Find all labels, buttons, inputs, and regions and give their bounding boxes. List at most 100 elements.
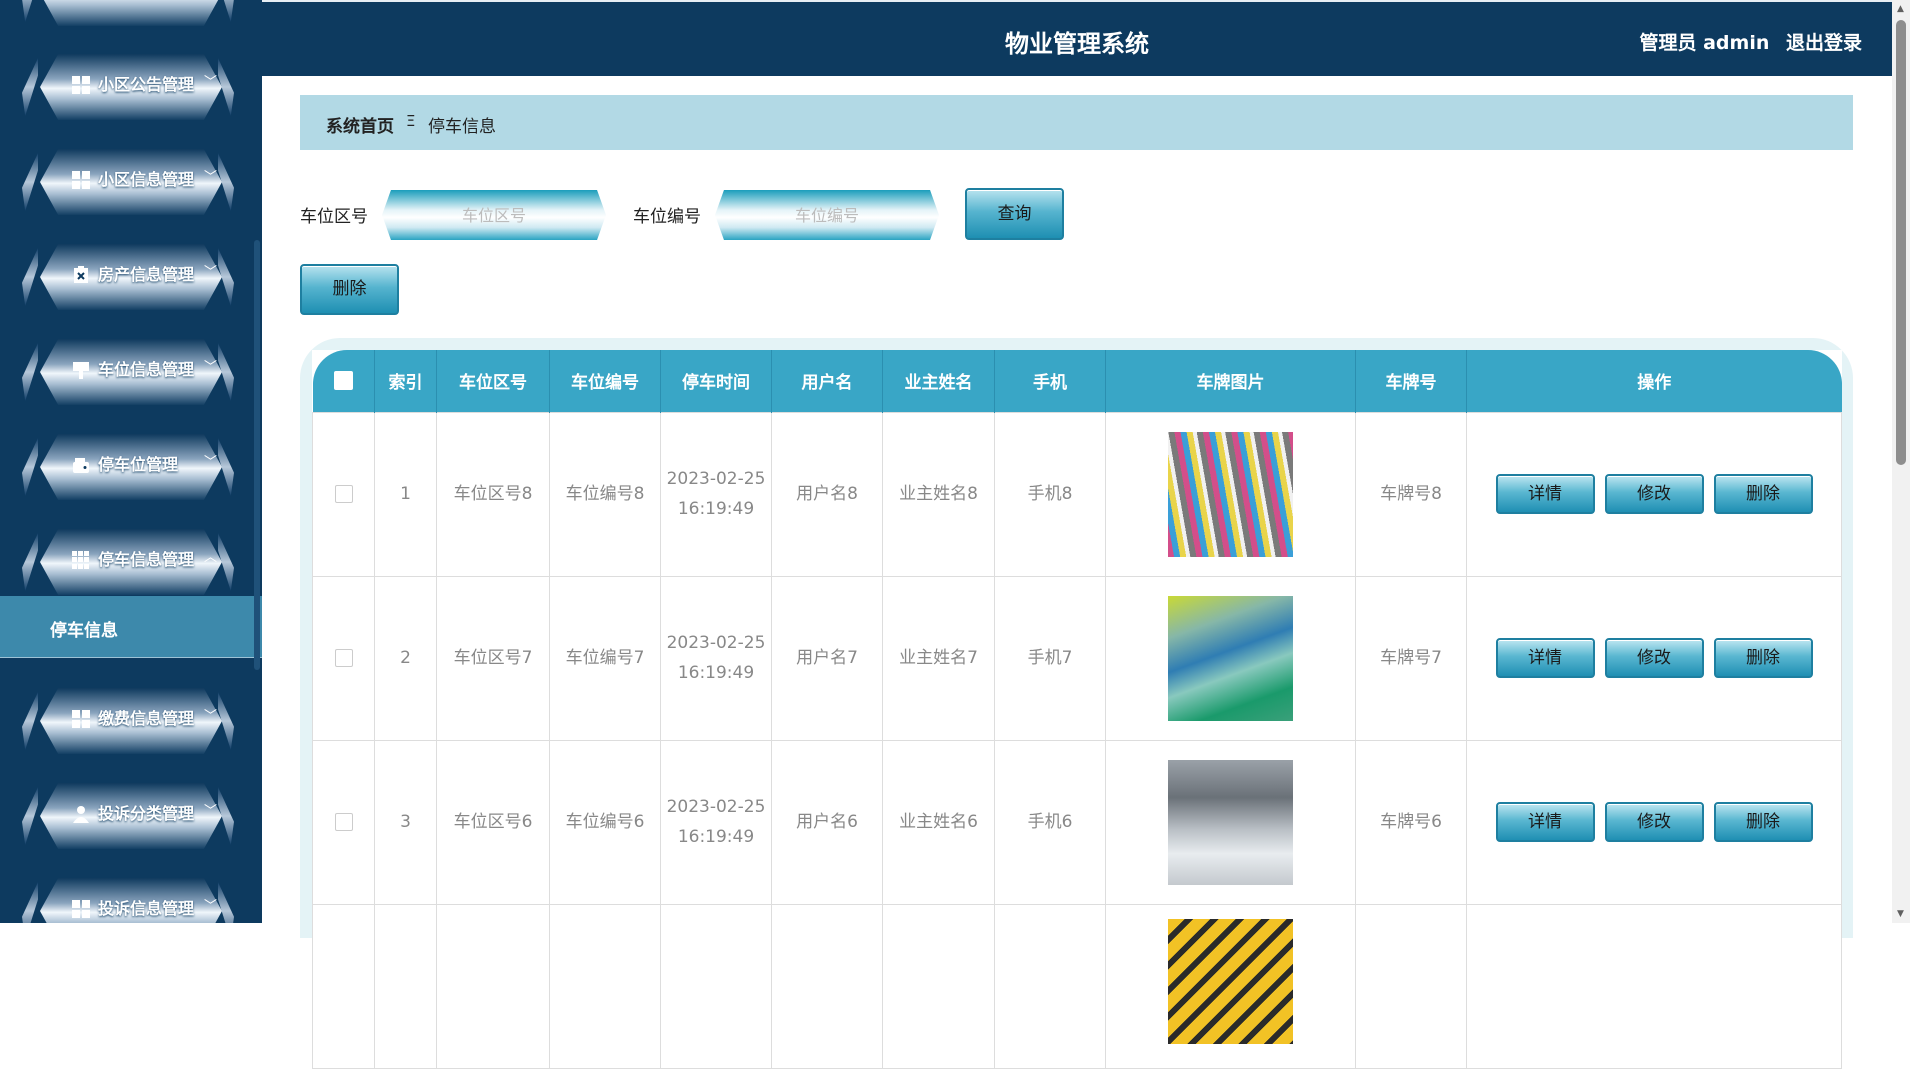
cell-number: 车位编号6 [549, 739, 661, 905]
page-scrollbar[interactable]: ▲ ▼ [1892, 0, 1910, 923]
number-label: 车位编号 [633, 207, 701, 227]
sidebar-item-complaint-type[interactable]: 投诉分类管理 ﹀ [22, 781, 234, 851]
sidebar: 小区公告管理 ﹀ 小区信息管理 ﹀ 房产信息管理 ﹀ 车位信息管理 ﹀ 停车位管… [0, 0, 262, 923]
chevron-up-icon: ︿ [204, 550, 218, 565]
area-search-input[interactable] [382, 190, 606, 240]
sidebar-subitem-parking-info[interactable]: 停车信息 [0, 596, 262, 658]
grid-icon [72, 900, 90, 918]
number-search-input[interactable] [715, 190, 939, 240]
search-form: 车位区号 车位编号 查询 [300, 188, 1100, 240]
breadcrumb-home[interactable]: 系统首页 [326, 112, 394, 137]
user-icon [72, 805, 90, 823]
plate-image[interactable] [1168, 431, 1293, 557]
chevron-down-icon: ﹀ [204, 899, 218, 914]
column-header: 停车时间 [660, 350, 772, 412]
cell-plate: 车牌号6 [1355, 739, 1467, 905]
sidebar-item-parking-lot[interactable]: 停车位管理 ﹀ [22, 432, 234, 502]
header: 物业管理系统 管理员 admin 退出登录 [262, 0, 1892, 76]
column-header: 车位编号 [549, 350, 661, 412]
cell-phone: 手机7 [994, 575, 1106, 741]
select-all-checkbox[interactable] [333, 371, 353, 391]
grid-icon [72, 171, 90, 189]
user-info: 管理员 admin 退出登录 [1629, 28, 1862, 55]
chevron-down-icon: ﹀ [204, 265, 218, 280]
edit-button[interactable]: 修改 [1604, 638, 1704, 678]
table-row: 3 车位区号6 车位编号6 2023-02-25 16:19:49 用户名6 业… [312, 739, 1842, 905]
sidebar-item-complaint-info[interactable]: 投诉信息管理 ﹀ [22, 876, 234, 923]
edit-button[interactable]: 修改 [1604, 474, 1704, 514]
sidebar-item-label: 投诉分类管理 [98, 804, 195, 823]
cell-area: 车位区号6 [436, 739, 550, 905]
cell-phone: 手机8 [994, 411, 1106, 577]
cell-owner: 业主姓名8 [882, 411, 995, 577]
plate-image[interactable] [1168, 918, 1293, 1044]
row-checkbox[interactable] [334, 485, 353, 503]
table-row: 2 车位区号7 车位编号7 2023-02-25 16:19:49 用户名7 业… [312, 575, 1842, 741]
edit-button[interactable]: 修改 [1604, 802, 1704, 842]
sidebar-scrollbar[interactable] [254, 240, 260, 670]
scroll-down-icon[interactable]: ▼ [1897, 909, 1904, 919]
logout-link[interactable]: 退出登录 [1786, 32, 1862, 54]
chevron-down-icon: ﹀ [204, 75, 218, 90]
sidebar-item-label: 房产信息管理 [98, 265, 195, 284]
sidebar-item-label: 小区信息管理 [98, 170, 195, 189]
cell-area: 车位区号8 [436, 411, 550, 577]
cell-time: 2023-02-25 16:19:49 [660, 739, 772, 905]
column-header: 车牌图片 [1105, 350, 1356, 412]
query-button[interactable]: 查询 [965, 188, 1064, 240]
grid-icon [72, 76, 90, 94]
cell-index: 2 [374, 575, 437, 741]
scrollbar-thumb[interactable] [1896, 20, 1906, 465]
cell-time: 2023-02-25 16:19:49 [660, 411, 772, 577]
table-container: 索引 车位区号 车位编号 停车时间 用户名 业主姓名 手机 车牌图片 车牌号 操… [300, 338, 1853, 1069]
chevron-down-icon: ﹀ [204, 170, 218, 185]
cell-number: 车位编号7 [549, 575, 661, 741]
chevron-down-icon: ﹀ [204, 709, 218, 724]
breadcrumb: 系统首页 Ξ 停车信息 [300, 95, 1853, 150]
plate-image[interactable] [1168, 759, 1293, 885]
sidebar-item-label: 投诉信息管理 [98, 899, 195, 918]
plate-image[interactable] [1168, 595, 1293, 721]
scroll-up-icon[interactable]: ▲ [1897, 4, 1904, 14]
sidebar-item-label: 车位信息管理 [98, 360, 195, 379]
detail-button[interactable]: 详情 [1495, 802, 1595, 842]
sidebar-item-property[interactable]: 房产信息管理 ﹀ [22, 242, 234, 312]
column-header: 操作 [1466, 350, 1842, 412]
column-header: 索引 [374, 350, 437, 412]
detail-button[interactable]: 详情 [1495, 474, 1595, 514]
column-header: 手机 [994, 350, 1106, 412]
detail-button[interactable]: 详情 [1495, 638, 1595, 678]
cell-number: 车位编号8 [549, 411, 661, 577]
cell-username: 用户名8 [771, 411, 883, 577]
sidebar-item-label: 小区公告管理 [98, 75, 195, 94]
sidebar-item-label: 缴费信息管理 [98, 709, 195, 728]
grid-nine-icon [72, 551, 90, 569]
sidebar-item-top-partial[interactable] [22, 0, 234, 28]
sidebar-item-payment[interactable]: 缴费信息管理 ﹀ [22, 686, 234, 756]
delete-button[interactable]: 删除 [1713, 802, 1813, 842]
row-checkbox[interactable] [334, 813, 353, 831]
sidebar-item-parking-info[interactable]: 停车信息管理 ︿ [22, 527, 234, 597]
chevron-down-icon: ﹀ [204, 455, 218, 470]
sidebar-item-label: 停车位管理 [98, 455, 179, 474]
sidebar-item-notice[interactable]: 小区公告管理 ﹀ [22, 52, 234, 122]
cell-index: 1 [374, 411, 437, 577]
sidebar-subitem-label: 停车信息 [50, 621, 118, 641]
delete-button[interactable]: 删除 [1713, 638, 1813, 678]
delete-button[interactable]: 删除 [1713, 474, 1813, 514]
row-checkbox[interactable] [334, 649, 353, 667]
cell-plate: 车牌号7 [1355, 575, 1467, 741]
cell-username: 用户名7 [771, 575, 883, 741]
batch-delete-button[interactable]: 删除 [300, 264, 399, 315]
column-header: 车牌号 [1355, 350, 1467, 412]
cell-phone: 手机6 [994, 739, 1106, 905]
sidebar-item-community[interactable]: 小区信息管理 ﹀ [22, 147, 234, 217]
area-label: 车位区号 [300, 207, 368, 227]
cell-index: 3 [374, 739, 437, 905]
column-header: 业主姓名 [882, 350, 995, 412]
sign-icon [72, 361, 90, 379]
grid-icon [72, 710, 90, 728]
cell-owner: 业主姓名7 [882, 575, 995, 741]
breadcrumb-separator: Ξ [406, 112, 416, 130]
sidebar-item-parking-space[interactable]: 车位信息管理 ﹀ [22, 337, 234, 407]
